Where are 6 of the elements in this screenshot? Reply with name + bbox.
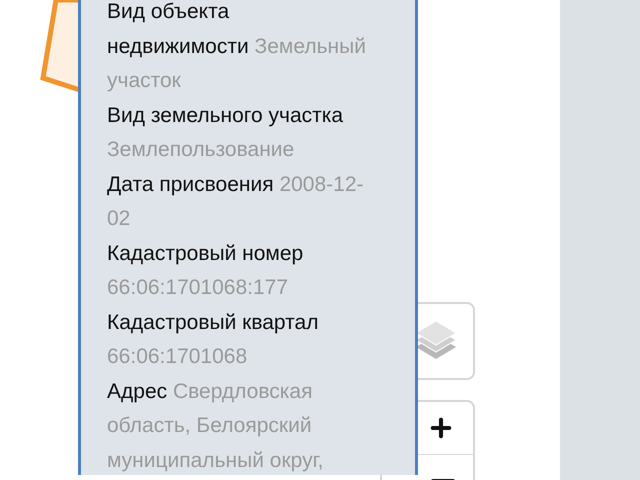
field-text: Вид объекта недвижимости Земельный участок xyxy=(107,0,367,94)
field-text: Адрес Свердловская область, Белоярский муниципальный округ, xyxy=(107,378,325,474)
field-text: Кадастровый квартал 66:06:1701068 xyxy=(107,310,320,370)
field-text: Кадастровый номер 66:06:1701068:177 xyxy=(107,240,304,301)
field-text: Вид земельного участка Землепользование xyxy=(107,102,344,163)
field-text: Дата присвоения 2008-12-02 xyxy=(107,172,365,232)
